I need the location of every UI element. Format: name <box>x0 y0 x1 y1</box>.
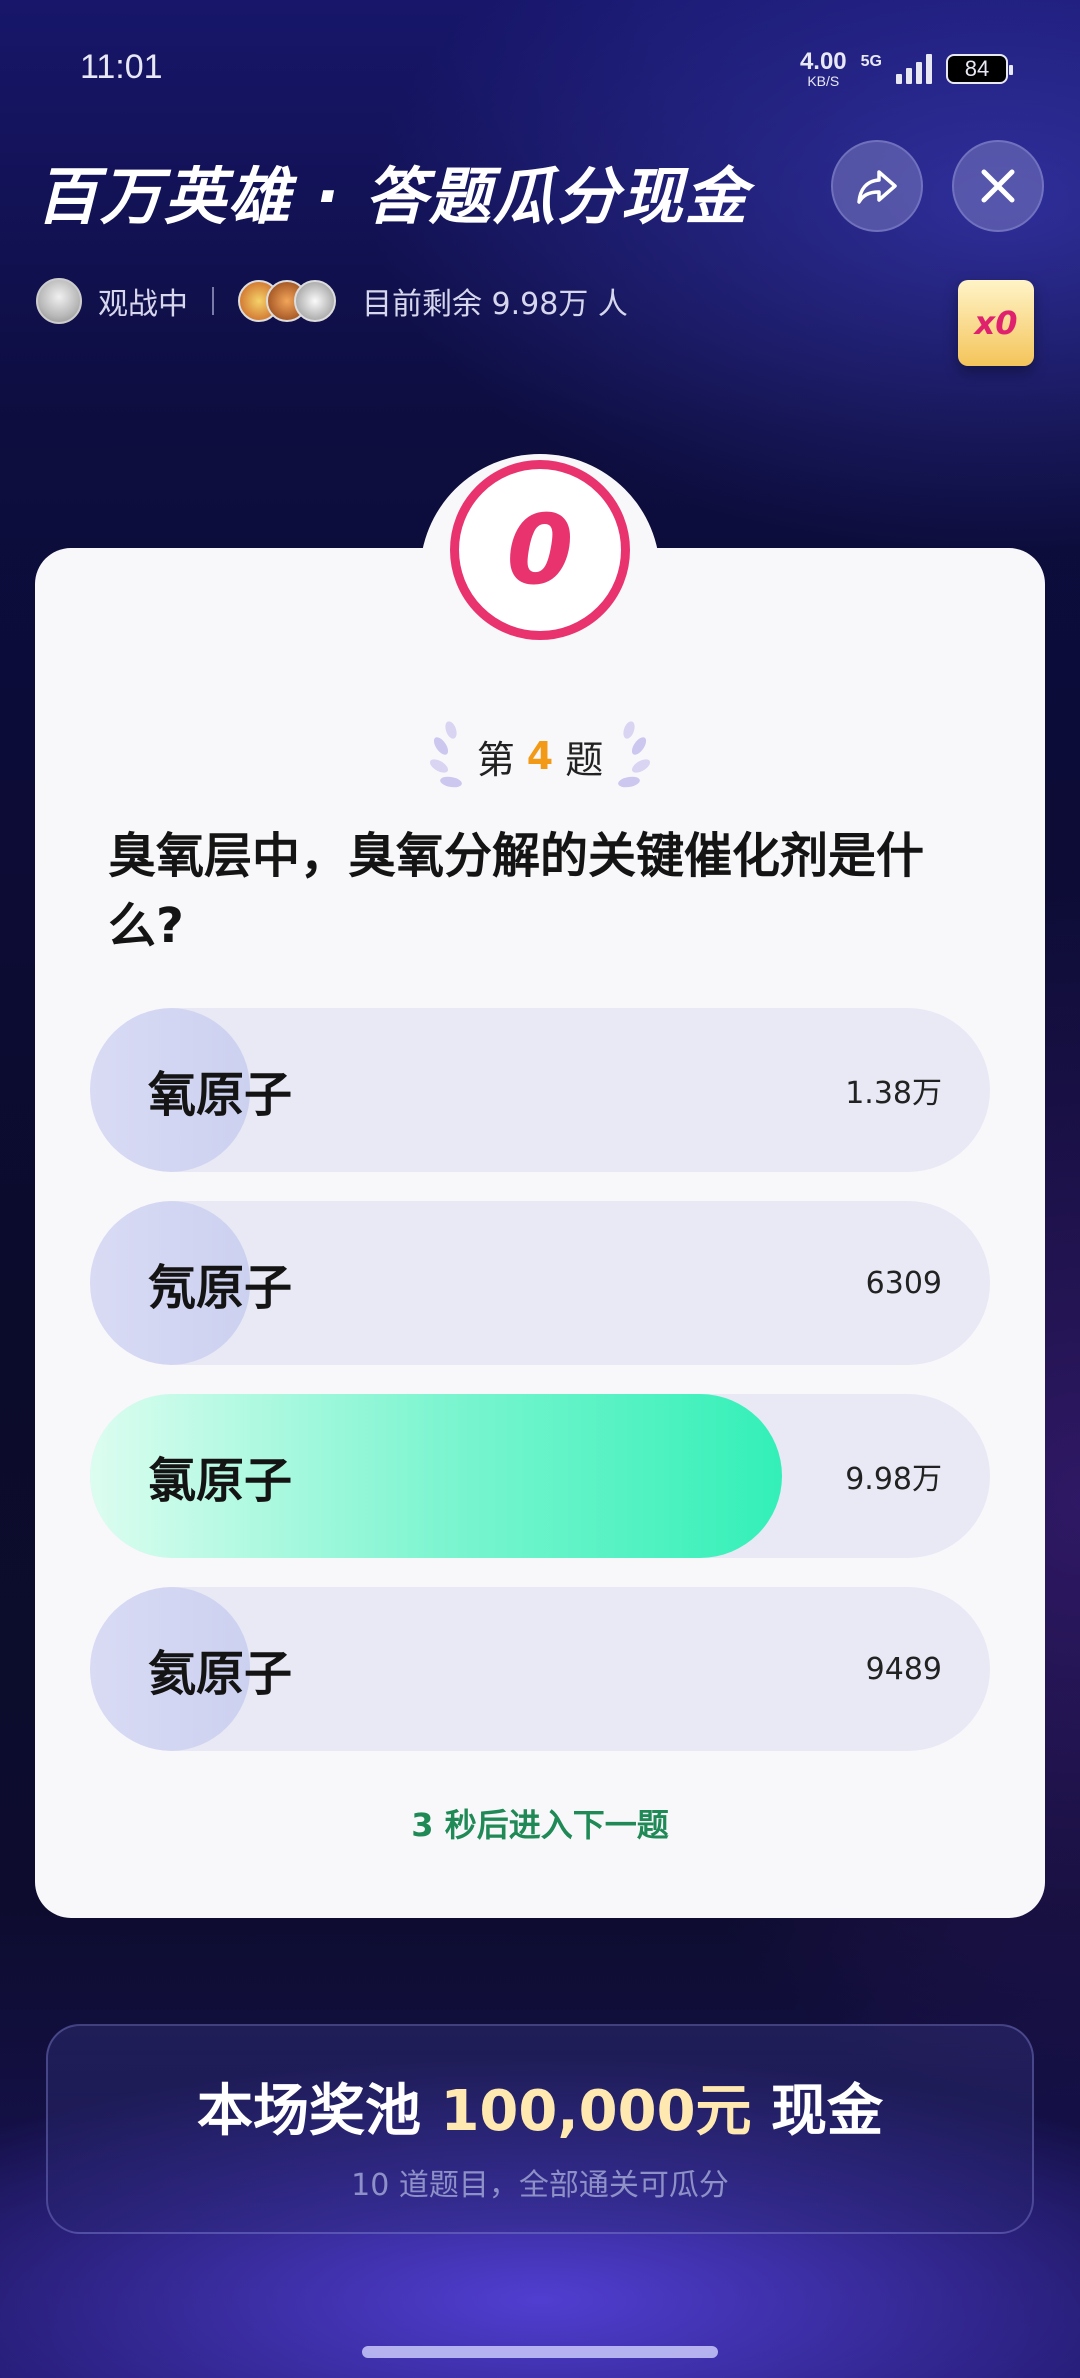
question-number: 第 4 题 <box>0 720 1080 792</box>
network-type: 5G <box>860 53 882 70</box>
option-count: 9.98万 <box>845 1462 942 1497</box>
question-prefix: 第 <box>476 737 515 782</box>
network-speed-unit: KB/S <box>807 73 840 89</box>
share-arrow-icon <box>857 170 897 204</box>
answer-option-2[interactable]: 氖原子 6309 <box>90 1201 990 1365</box>
prize-amount: 100,000元 <box>440 2079 752 2144</box>
prize-pool-banner: 本场奖池 100,000元 现金 10 道题目，全部通关可瓜分 <box>46 2024 1034 2234</box>
remaining-players: 目前剩余 9.98万 人 <box>362 287 628 322</box>
status-bar: 11:01 4.00 KB/S 5G 84 <box>0 0 1080 140</box>
signal-icon <box>896 54 932 84</box>
status-time: 11:01 <box>80 48 163 86</box>
next-question-hint: 3 秒后进入下一题 <box>411 1806 669 1844</box>
question-index: 4 <box>526 734 554 778</box>
prize-suffix: 现金 <box>771 2079 884 2144</box>
divider <box>212 287 214 315</box>
page-title: 百万英雄 · 答题瓜分现金 <box>36 160 749 233</box>
share-button[interactable] <box>831 140 923 232</box>
option-label: 氖原子 <box>148 1260 293 1316</box>
prize-prefix: 本场奖池 <box>196 2079 421 2144</box>
watching-label: 观战中 <box>98 287 188 322</box>
answer-option-3-correct[interactable]: 氯原子 9.98万 <box>90 1394 990 1558</box>
option-label: 氦原子 <box>148 1646 293 1702</box>
multiplier-badge[interactable]: x0 <box>958 280 1034 366</box>
option-count: 6309 <box>865 1265 942 1301</box>
question-text: 臭氧层中，臭氧分解的关键催化剂是什么? <box>108 828 925 954</box>
avatar <box>36 278 82 324</box>
close-icon <box>981 169 1015 203</box>
laurel-left-icon <box>429 721 462 788</box>
option-label: 氧原子 <box>148 1067 293 1123</box>
battery-level: 84 <box>964 56 990 81</box>
prize-subtitle: 10 道题目，全部通关可瓜分 <box>351 2168 729 2203</box>
prize-pool-line: 本场奖池 100,000元 现金 <box>48 2066 1032 2147</box>
close-button[interactable] <box>952 140 1044 232</box>
option-count: 1.38万 <box>845 1076 942 1111</box>
answer-option-4[interactable]: 氦原子 9489 <box>90 1587 990 1751</box>
viewers-row: 观战中 目前剩余 9.98万 人 <box>36 276 628 326</box>
home-indicator[interactable] <box>362 2346 718 2358</box>
avatar-stack <box>238 280 336 322</box>
avatar <box>294 280 336 322</box>
countdown-timer: 0 <box>450 460 630 640</box>
laurel-right-icon <box>618 721 651 788</box>
network-speed: 4.00 KB/S <box>799 48 847 89</box>
option-count: 9489 <box>865 1651 942 1687</box>
answer-option-1[interactable]: 氧原子 1.38万 <box>90 1008 990 1172</box>
network-speed-value: 4.00 <box>799 48 847 75</box>
status-icons: 4.00 KB/S 5G 84 <box>799 48 1013 89</box>
battery-icon: 84 <box>946 54 1013 84</box>
question-suffix: 题 <box>565 737 604 782</box>
option-label: 氯原子 <box>148 1453 293 1509</box>
